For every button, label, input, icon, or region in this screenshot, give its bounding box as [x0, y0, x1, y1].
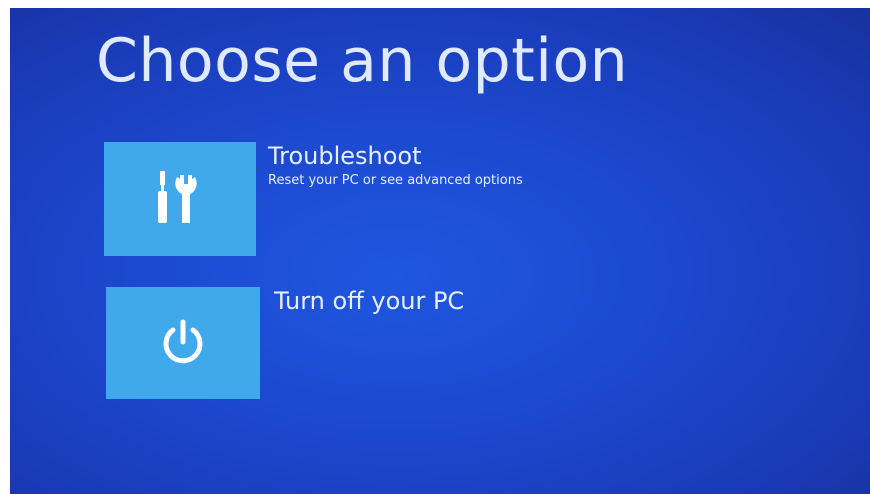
turn-off-text[interactable]: Turn off your PC	[274, 287, 464, 316]
power-icon	[158, 318, 208, 368]
page-title: Choose an option	[96, 26, 629, 96]
troubleshoot-description: Reset your PC or see advanced options	[268, 172, 523, 188]
troubleshoot-label: Troubleshoot	[268, 142, 422, 170]
turn-off-tile[interactable]	[106, 287, 260, 399]
turn-off-option[interactable]: Turn off your PC	[106, 287, 626, 403]
recovery-screen: Choose an option Troubleshoot Reset your…	[10, 8, 870, 494]
tools-icon	[150, 169, 210, 229]
troubleshoot-tile[interactable]	[104, 142, 256, 256]
troubleshoot-text[interactable]: Troubleshoot Reset your PC or see advanc…	[268, 142, 523, 188]
troubleshoot-option[interactable]: Troubleshoot Reset your PC or see advanc…	[104, 142, 624, 260]
turn-off-label: Turn off your PC	[274, 287, 465, 315]
